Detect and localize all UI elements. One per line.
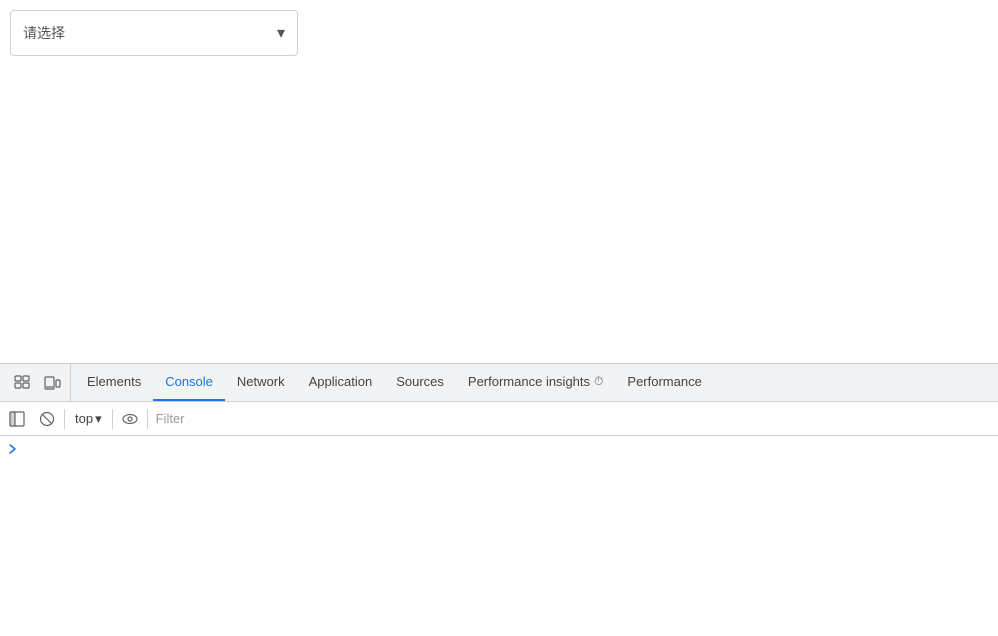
filter-input[interactable] <box>152 407 994 431</box>
clear-console-icon[interactable] <box>34 406 60 432</box>
select-wrapper: 请选择 ▾ <box>10 10 298 56</box>
devtools-panel: Elements Console Network Application Sou… <box>0 363 998 636</box>
console-toolbar: top ▾ <box>0 402 998 436</box>
toolbar-divider-3 <box>147 409 148 429</box>
tab-performance-insights[interactable]: Performance insights ⏱ <box>456 364 616 401</box>
console-content <box>0 436 998 636</box>
performance-insights-icon: ⏱ <box>594 374 603 389</box>
context-selector[interactable]: top ▾ <box>69 409 108 429</box>
sidebar-toggle-icon[interactable] <box>4 406 30 432</box>
devtools-left-icons <box>4 364 71 401</box>
tab-sources[interactable]: Sources <box>384 364 456 401</box>
tab-elements[interactable]: Elements <box>75 364 153 401</box>
devtools-tabs-bar: Elements Console Network Application Sou… <box>0 364 998 402</box>
inspect-element-icon[interactable] <box>8 369 36 397</box>
toolbar-divider-2 <box>112 409 113 429</box>
eye-icon[interactable] <box>117 406 143 432</box>
devtools-tabs: Elements Console Network Application Sou… <box>75 364 994 401</box>
chevron-down-icon: ▾ <box>277 23 285 43</box>
tab-application[interactable]: Application <box>297 364 385 401</box>
tab-network[interactable]: Network <box>225 364 297 401</box>
device-toolbar-icon[interactable] <box>38 369 66 397</box>
console-chevron-icon[interactable] <box>4 440 22 458</box>
context-label: top <box>75 411 93 426</box>
context-dropdown-arrow: ▾ <box>95 411 102 427</box>
select-dropdown[interactable]: 请选择 ▾ <box>10 10 298 56</box>
toolbar-divider-1 <box>64 409 65 429</box>
tab-console[interactable]: Console <box>153 364 225 401</box>
tab-performance[interactable]: Performance <box>615 364 713 401</box>
select-placeholder: 请选择 <box>23 23 65 43</box>
